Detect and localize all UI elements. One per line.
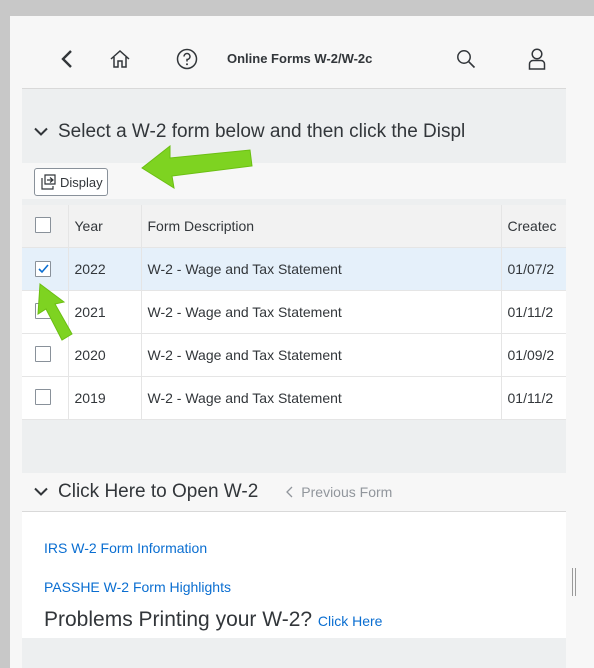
help-button[interactable] <box>174 46 200 72</box>
cell-description: W-2 - Wage and Tax Statement <box>141 376 502 420</box>
row-checkbox[interactable] <box>35 388 51 405</box>
search-button[interactable] <box>454 46 478 72</box>
home-button[interactable] <box>107 46 133 72</box>
table-header-row: Year Form Description Createc <box>22 205 566 248</box>
cell-description: W-2 - Wage and Tax Statement <box>141 290 502 334</box>
cell-year: 2019 <box>68 376 142 420</box>
column-header-year[interactable]: Year <box>68 205 142 248</box>
shell-bar: Online Forms W-2/W-2c <box>22 30 566 89</box>
cell-year: 2020 <box>68 333 142 377</box>
home-icon <box>110 49 130 68</box>
table-row[interactable]: 2022 W-2 - Wage and Tax Statement 01/07/… <box>22 247 566 291</box>
display-button-label: Display <box>60 174 103 190</box>
cell-created: 01/11/2 <box>501 376 566 420</box>
user-button[interactable] <box>526 46 548 72</box>
chevron-down-icon <box>34 127 48 137</box>
w2-forms-table: Year Form Description Createc 2022 W-2 -… <box>22 205 566 420</box>
back-button[interactable] <box>56 46 78 72</box>
row-select-cell[interactable] <box>22 376 69 420</box>
irs-w2-info-link[interactable]: IRS W-2 Form Information <box>44 540 207 556</box>
open-w2-title: Click Here to Open W-2 <box>58 481 259 502</box>
row-checkbox[interactable] <box>35 345 51 362</box>
row-select-cell[interactable] <box>22 290 69 334</box>
passhe-w2-highlights-link[interactable]: PASSHE W-2 Form Highlights <box>44 579 231 595</box>
row-select-cell[interactable] <box>22 247 69 291</box>
app-window: Online Forms W-2/W-2c Select a W-2 form … <box>22 30 566 668</box>
display-button[interactable]: Display <box>34 168 108 196</box>
panel-instruction: Select a W-2 form below and then click t… <box>58 121 466 142</box>
search-icon <box>457 50 476 69</box>
help-icon <box>176 48 198 70</box>
open-w2-header[interactable]: Click Here to Open W-2 Previous Form <box>22 473 566 512</box>
column-header-description[interactable]: Form Description <box>141 205 502 248</box>
panel-header[interactable]: Select a W-2 form below and then click t… <box>22 114 566 150</box>
bottom-strip <box>22 638 566 668</box>
problems-label: Problems Printing your W-2? <box>44 608 313 631</box>
select-all-checkbox[interactable] <box>35 216 51 233</box>
table-row[interactable]: 2020 W-2 - Wage and Tax Statement 01/09/… <box>22 333 566 377</box>
toolbar: Display <box>22 163 566 199</box>
table-row[interactable]: 2019 W-2 - Wage and Tax Statement 01/11/… <box>22 376 566 420</box>
cell-created: 01/07/2 <box>501 247 566 291</box>
previous-form-label: Previous Form <box>301 484 393 500</box>
chevron-left-icon <box>61 50 72 68</box>
column-header-created[interactable]: Createc <box>501 205 566 248</box>
checkmark-icon <box>37 264 49 274</box>
previous-form-button[interactable]: Previous Form <box>286 484 392 500</box>
user-icon <box>528 48 546 70</box>
table-row[interactable]: 2021 W-2 - Wage and Tax Statement 01/11/… <box>22 290 566 334</box>
cell-description: W-2 - Wage and Tax Statement <box>141 247 502 291</box>
chevron-down-icon <box>34 487 48 497</box>
cell-year: 2021 <box>68 290 142 334</box>
row-checkbox[interactable] <box>35 261 51 277</box>
cell-created: 01/09/2 <box>501 333 566 377</box>
select-all-cell[interactable] <box>22 205 69 248</box>
cell-description: W-2 - Wage and Tax Statement <box>141 333 502 377</box>
cell-year: 2022 <box>68 247 142 291</box>
chevron-left-icon <box>286 486 293 498</box>
problems-printing-text: Problems Printing your W-2? Click Here <box>44 608 382 632</box>
display-document-icon <box>41 174 56 190</box>
click-here-link[interactable]: Click Here <box>318 613 383 629</box>
row-select-cell[interactable] <box>22 333 69 377</box>
cell-created: 01/11/2 <box>501 290 566 334</box>
app-title: Online Forms W-2/W-2c <box>227 51 373 66</box>
scroll-handle[interactable] <box>571 568 577 596</box>
row-checkbox[interactable] <box>35 302 51 319</box>
